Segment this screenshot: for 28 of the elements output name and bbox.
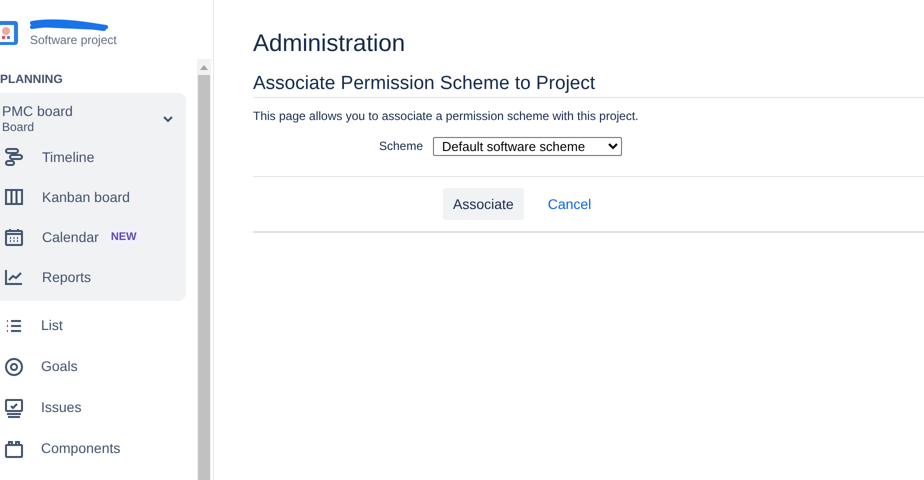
associate-button[interactable]: Associate [443, 188, 524, 220]
timeline-icon [4, 147, 24, 167]
board-nav-item[interactable]: Calendar NEW [0, 217, 186, 257]
calendar-icon [4, 227, 24, 247]
board-nav-item[interactable]: Reports [0, 257, 186, 297]
project-type: Software project [30, 32, 117, 48]
monitor-check-icon [4, 398, 24, 418]
scheme-select[interactable]: Default software scheme [433, 136, 622, 156]
sidebar-nav-item[interactable]: Goals [0, 346, 197, 387]
target-icon [4, 356, 24, 376]
scroll-up-icon[interactable] [200, 64, 208, 70]
page-title: Administration [253, 30, 406, 58]
columns-icon [4, 187, 24, 207]
box-icon [4, 438, 24, 458]
chart-icon [4, 267, 24, 287]
description-text: This page allows you to associate a permission scheme with this project. [253, 108, 640, 125]
cancel-link[interactable]: Cancel [548, 194, 592, 214]
board-nav-item[interactable]: Kanban board [0, 177, 186, 217]
scheme-label: Scheme [378, 139, 423, 153]
section-heading: PLANNING [0, 72, 63, 86]
section-title: Associate Permission Scheme to Project [253, 72, 924, 98]
board-toggle[interactable]: PMC board Board [0, 93, 186, 137]
new-badge: NEW [106, 228, 140, 246]
sidebar-nav-item[interactable]: Issues [0, 387, 197, 428]
sidebar-nav-item[interactable]: Components [0, 428, 197, 469]
board-nav-item[interactable]: Timeline [0, 137, 186, 177]
sidebar-nav-item[interactable]: List [0, 305, 197, 346]
scrollbar-thumb[interactable] [198, 75, 210, 480]
